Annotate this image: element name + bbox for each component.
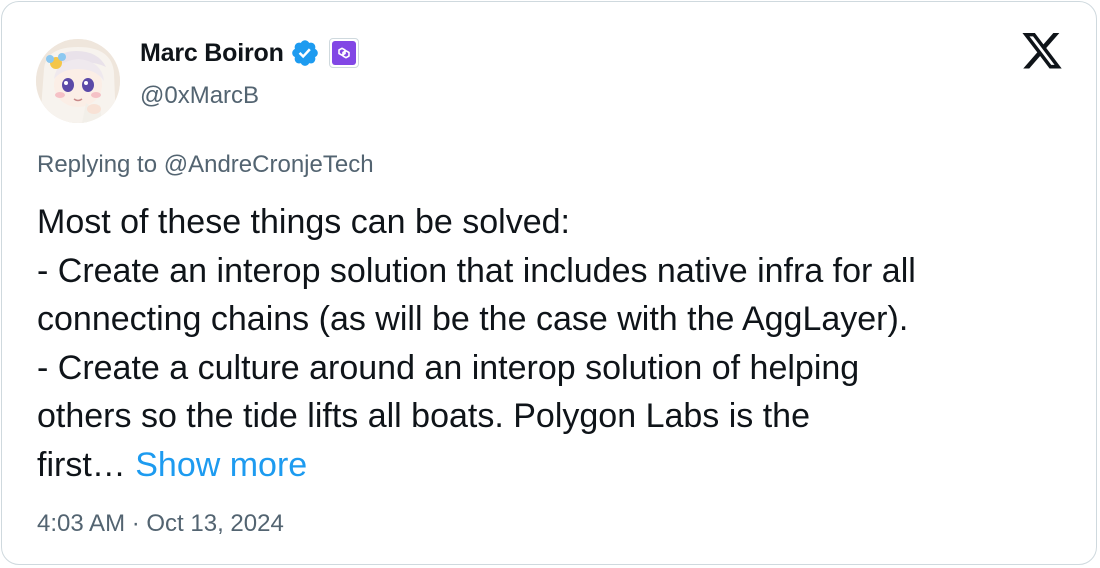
author-row: Marc Boiron [140,36,359,70]
tweet-timestamp[interactable]: 4:03 AM · Oct 13, 2024 [37,510,284,538]
tweet-line: connecting chains (as will be the case w… [37,300,909,338]
author-handle[interactable]: @0xMarcB [140,82,259,110]
author-name[interactable]: Marc Boiron [140,39,284,68]
tweet-card: Marc Boiron @0xMarcB Replying to @AndreC… [1,1,1097,565]
show-more-link[interactable]: Show more [135,446,307,484]
polygon-affiliate-icon[interactable] [328,38,359,68]
avatar-image [36,39,120,123]
x-logo-icon[interactable] [1020,33,1064,73]
replying-to-text[interactable]: Replying to @AndreCronjeTech [37,151,374,179]
tweet-last-line: first… Show more [37,441,1082,490]
tweet-line: - Create a culture around an interop sol… [37,348,860,387]
avatar[interactable] [36,39,120,123]
tweet-line: - Create an interop solution that includ… [37,251,916,290]
tweet-line: first… [37,445,126,484]
verified-badge-icon[interactable] [290,38,320,68]
tweet-line: Most of these things can be solved: [37,203,570,241]
tweet-line: others so the tide lifts all boats. Poly… [37,397,811,435]
tweet-text: Most of these things can be solved: - Cr… [37,198,1082,489]
